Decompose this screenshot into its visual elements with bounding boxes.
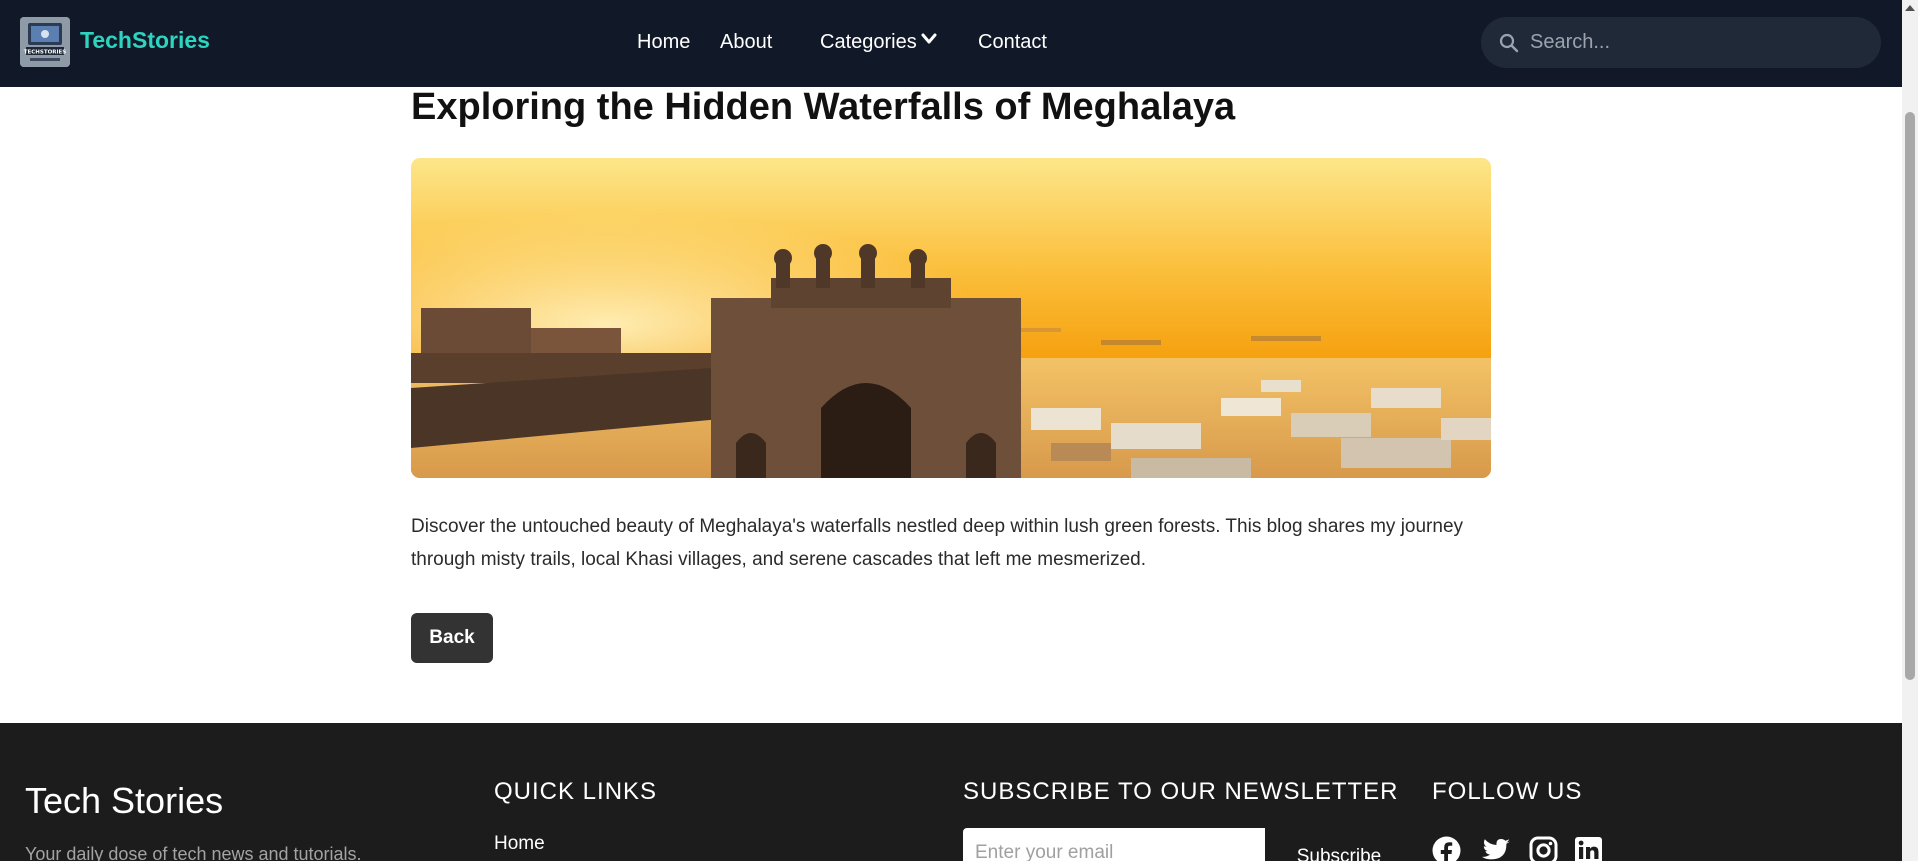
article-title: Exploring the Hidden Waterfalls of Megha… xyxy=(411,86,1236,128)
search-input[interactable] xyxy=(1530,27,1860,58)
site-logo[interactable]: TECHSTORIES xyxy=(20,17,70,67)
navbar: TECHSTORIES TechStories Home About Categ… xyxy=(0,0,1902,87)
back-button[interactable]: Back xyxy=(411,613,493,663)
instagram-icon[interactable] xyxy=(1529,836,1558,861)
nav-about[interactable]: About xyxy=(720,31,772,54)
facebook-icon[interactable] xyxy=(1432,836,1461,861)
nav-home[interactable]: Home xyxy=(637,31,690,54)
follow-us-heading: FOLLOW US xyxy=(1432,778,1583,805)
quick-links-heading: QUICK LINKS xyxy=(494,778,658,805)
newsletter-heading: SUBSCRIBE TO OUR NEWSLETTER xyxy=(963,778,1399,805)
newsletter-email-input[interactable] xyxy=(963,828,1265,861)
svg-text:TECHSTORIES: TECHSTORIES xyxy=(24,50,67,56)
scroll-up-arrow-icon[interactable] xyxy=(1905,5,1915,11)
brand-name[interactable]: TechStories xyxy=(80,27,210,54)
chevron-down-icon xyxy=(921,28,937,51)
article-hero-image xyxy=(411,158,1491,478)
footer: Tech Stories Your daily dose of tech new… xyxy=(0,723,1902,861)
search-bar[interactable] xyxy=(1481,17,1881,68)
nav-categories[interactable]: Categories xyxy=(820,31,937,54)
nav-categories-label: Categories xyxy=(820,31,917,53)
footer-brand: Tech Stories xyxy=(25,780,224,821)
search-icon xyxy=(1499,33,1519,58)
subscribe-button[interactable]: Subscribe xyxy=(1265,828,1413,861)
footer-tagline: Your daily dose of tech news and tutoria… xyxy=(25,844,362,861)
nav-contact[interactable]: Contact xyxy=(978,31,1047,54)
linkedin-icon[interactable] xyxy=(1574,836,1603,861)
scrollbar[interactable] xyxy=(1902,0,1918,861)
article-description: Discover the untouched beauty of Meghala… xyxy=(411,516,1464,570)
scrollbar-thumb[interactable] xyxy=(1905,112,1915,680)
footer-link-home[interactable]: Home xyxy=(494,833,545,855)
twitter-icon[interactable] xyxy=(1480,836,1510,861)
